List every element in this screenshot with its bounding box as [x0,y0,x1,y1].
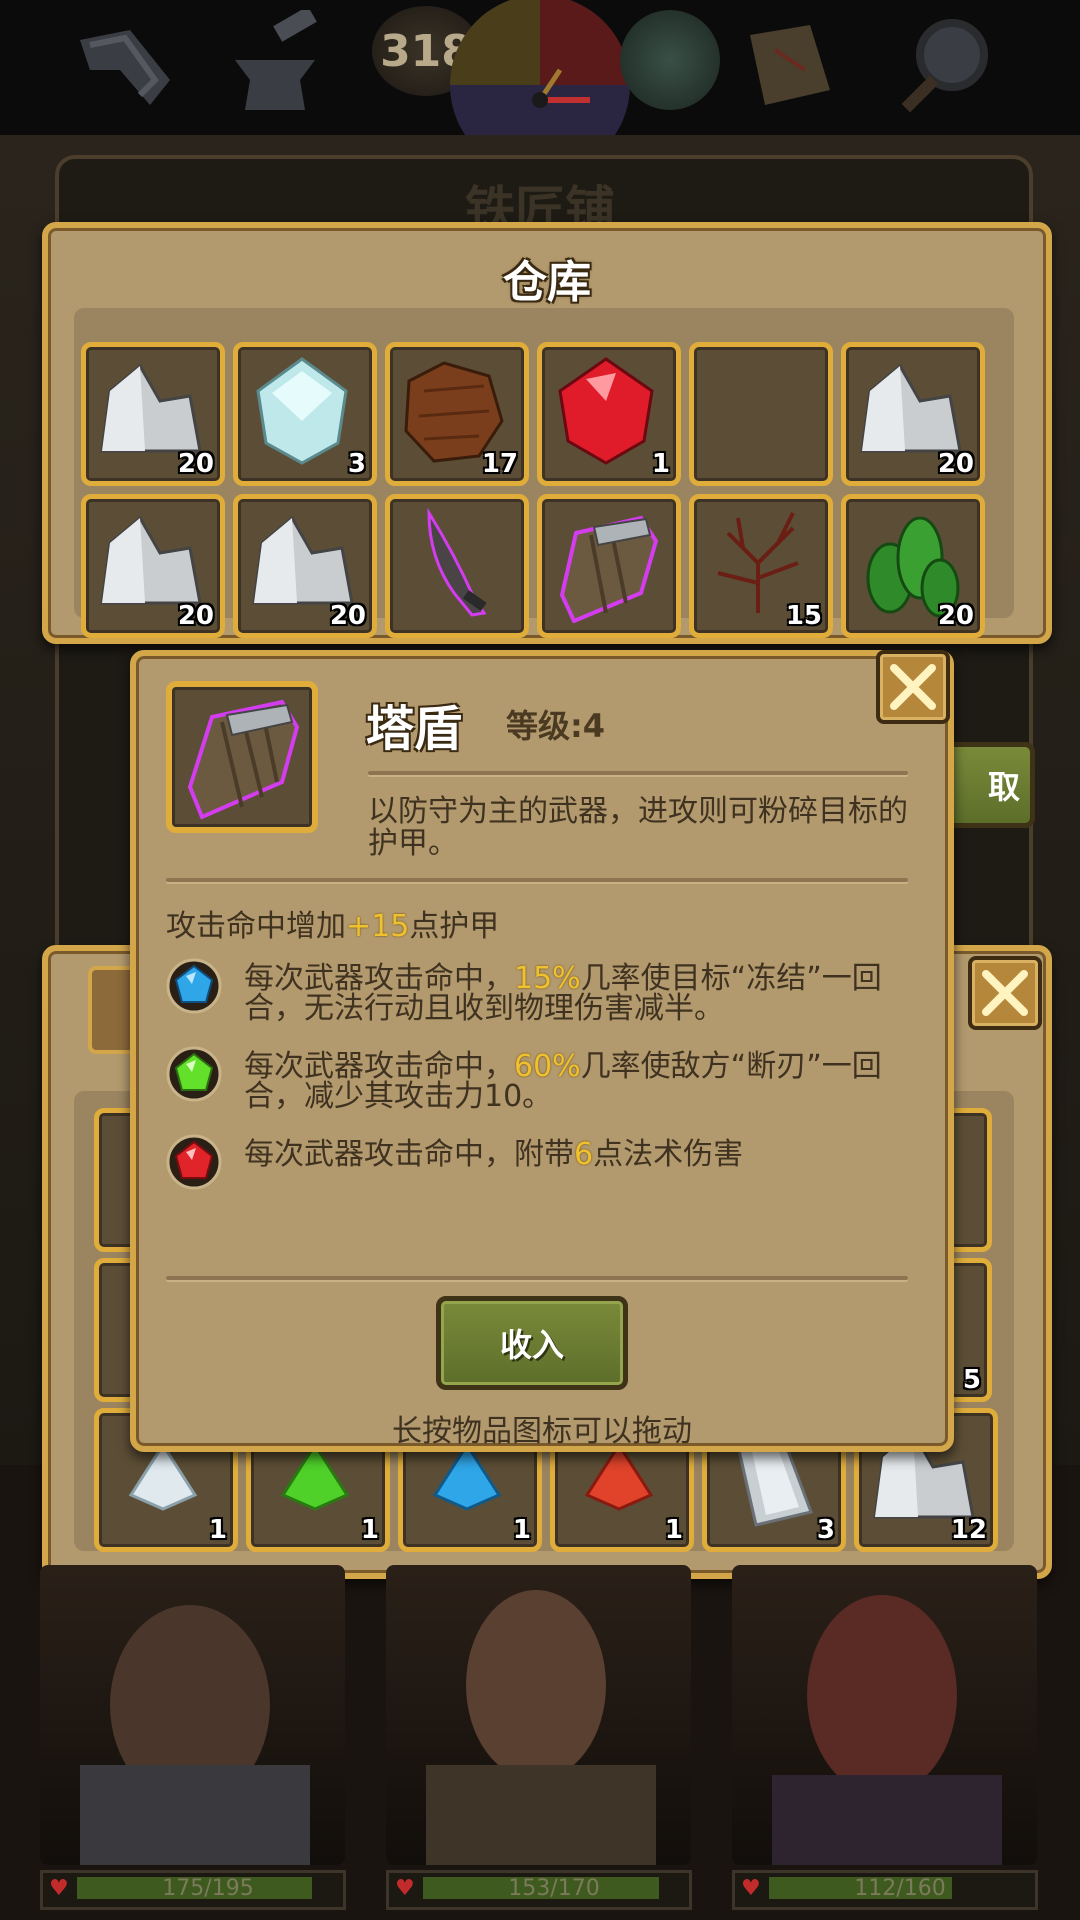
slot-count: 20 [937,449,974,479]
top-bar: 318 [0,0,1080,135]
slot-count: 3 [816,1515,835,1545]
warehouse-panel: 仓库 20 3 17 1 20 20 20 15 20 [42,222,1052,644]
hero-portrait-warrior[interactable] [40,1565,345,1865]
warehouse-slot-iron-ore[interactable]: 20 [81,494,225,638]
weather-icon[interactable] [620,10,720,110]
heart-icon: ♥ [395,1876,415,1901]
slot-count: 20 [177,449,214,479]
slot-count: 20 [177,601,214,631]
hero-hp-bar: ♥ 175/195 [40,1870,346,1910]
hero-hp-bar: ♥ 112/160 [732,1870,1038,1910]
anvil-icon[interactable] [220,10,330,120]
warehouse-slot-empty[interactable] [689,342,833,486]
warehouse-slot-dagger[interactable] [385,494,529,638]
warehouse-slot-leather[interactable]: 17 [385,342,529,486]
slot-count: 15 [785,601,822,631]
close-button[interactable] [968,956,1042,1030]
close-icon [890,664,936,710]
crafting-icon[interactable] [70,10,180,120]
item-name: 塔盾 [366,701,463,757]
slot-count: 20 [329,601,366,631]
warehouse-slot-ruby[interactable]: 1 [537,342,681,486]
magnifier-icon[interactable] [890,10,1000,120]
warehouse-slot-cactus-herb[interactable]: 20 [841,494,985,638]
heart-icon: ♥ [49,1876,69,1901]
sun-moon-clock-icon[interactable] [440,0,640,135]
slot-count: 1 [360,1515,379,1545]
slot-count: 12 [950,1515,987,1545]
warehouse-slot-twigs[interactable]: 15 [689,494,833,638]
heart-icon: ♥ [741,1876,761,1901]
hero-portrait-mage[interactable] [386,1565,691,1865]
drag-hint: 长按物品图标可以拖动 [392,1414,692,1449]
warehouse-slot-iron-ore[interactable]: 20 [841,342,985,486]
slot-count: 1 [512,1515,531,1545]
close-icon [982,970,1028,1016]
slot-count: 1 [651,449,670,479]
hp-value: 112/160 [854,1876,946,1901]
map-icon[interactable] [735,10,845,120]
item-level: 等级:4 [506,707,606,745]
slot-count: 5 [962,1365,981,1395]
diamond-icon [256,357,348,465]
green-gem-socket-icon [166,1046,222,1102]
hp-value: 175/195 [162,1876,254,1901]
hero-hp-bar: ♥ 153/170 [386,1870,692,1910]
slot-count: 17 [481,449,518,479]
warehouse-slot-iron-ore[interactable]: 20 [233,494,377,638]
hp-value: 153/170 [508,1876,600,1901]
slot-count: 1 [664,1515,683,1545]
item-icon-frame [166,681,318,833]
ruby-icon [558,357,654,465]
dagger-icon [427,507,487,617]
slot-count: 1 [208,1515,227,1545]
blue-gem-socket-icon [166,958,222,1014]
slot-count: 20 [937,601,974,631]
warehouse-slot-diamond[interactable]: 3 [233,342,377,486]
tower-shield-icon [187,699,300,820]
slot-count: 3 [347,449,366,479]
red-gem-socket-icon [166,1134,222,1190]
item-detail-popup: 塔盾 等级:4 以防守为主的武器，进攻则可粉碎目标的护甲。 攻击命中增加+15点… [130,650,954,1452]
close-button[interactable] [876,650,950,724]
tower-shield-icon [559,515,659,623]
armor-bonus-line: 攻击命中增加+15点护甲 [166,909,500,944]
warehouse-title: 仓库 [503,257,591,308]
warehouse-slot-tower-shield[interactable] [537,494,681,638]
item-description: 以防守为主的武器，进攻则可粉碎目标的护甲。 [368,794,908,861]
warehouse-slot-iron-ore[interactable]: 20 [81,342,225,486]
store-button[interactable]: 收入 [436,1296,628,1390]
hero-portrait-rogue[interactable] [732,1565,1037,1865]
